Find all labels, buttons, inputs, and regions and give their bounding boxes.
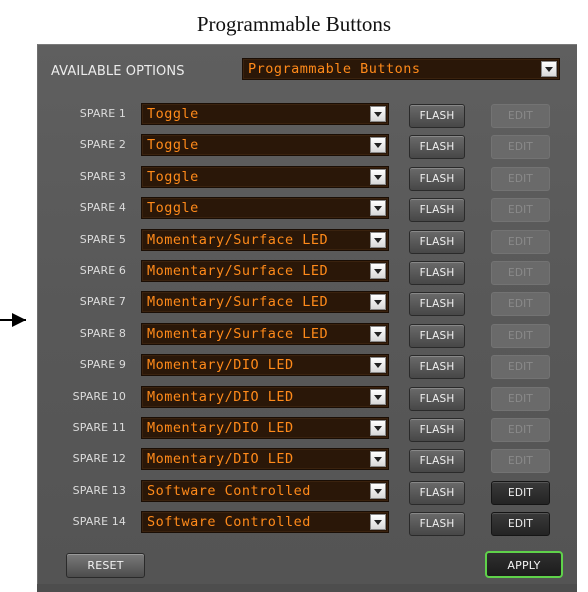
spare-mode-dropdown[interactable]: Momentary/Surface LED [141,291,389,313]
dropdown-arrow-icon[interactable] [370,263,386,279]
spare-label: SPARE 9 [79,358,126,371]
spare-label: SPARE 14 [72,515,126,528]
edit-button: EDIT [491,292,550,316]
edit-button: EDIT [491,449,550,473]
spare-label: SPARE 3 [79,170,126,183]
spare-label: SPARE 8 [79,327,126,340]
spare-mode-dropdown[interactable]: Toggle [141,166,389,188]
edit-button: EDIT [491,355,550,379]
spare-mode-dropdown[interactable]: Momentary/DIO LED [141,448,389,470]
spare-mode-value: Momentary/Surface LED [147,263,329,279]
spare-label: SPARE 2 [79,138,126,151]
dropdown-arrow-icon[interactable] [370,389,386,405]
spare-label: SPARE 12 [72,452,126,465]
spare-mode-value: Toggle [147,169,199,185]
dropdown-arrow-icon[interactable] [370,357,386,373]
edit-button: EDIT [491,418,550,442]
edit-button[interactable]: EDIT [491,481,550,505]
flash-button[interactable]: FLASH [409,135,465,159]
dropdown-arrow-icon[interactable] [370,483,386,499]
available-options-dropdown[interactable]: Programmable Buttons [242,58,560,80]
edit-button: EDIT [491,261,550,285]
edit-button[interactable]: EDIT [491,512,550,536]
flash-button[interactable]: FLASH [409,198,465,222]
spare-mode-dropdown[interactable]: Momentary/DIO LED [141,354,389,376]
flash-button[interactable]: FLASH [409,261,465,285]
dropdown-arrow-icon[interactable] [541,61,557,77]
spare-mode-dropdown[interactable]: Toggle [141,134,389,156]
dropdown-arrow-icon[interactable] [370,137,386,153]
flash-button[interactable]: FLASH [409,292,465,316]
flash-button[interactable]: FLASH [409,481,465,505]
spare-mode-dropdown[interactable]: Momentary/Surface LED [141,323,389,345]
spare-mode-value: Toggle [147,200,199,216]
spare-label: SPARE 5 [79,233,126,246]
panel-bottom-edge [37,584,577,592]
dropdown-arrow-icon[interactable] [370,169,386,185]
spare-mode-dropdown[interactable]: Momentary/Surface LED [141,260,389,282]
flash-button[interactable]: FLASH [409,355,465,379]
spare-mode-dropdown[interactable]: Software Controlled [141,511,389,533]
flash-button[interactable]: FLASH [409,230,465,254]
reset-button[interactable]: RESET [66,553,145,578]
arrow-right-icon [0,313,26,327]
spare-mode-value: Software Controlled [147,514,311,530]
programmable-buttons-panel: AVAILABLE OPTIONS Programmable Buttons S… [37,44,577,584]
spare-mode-dropdown[interactable]: Momentary/DIO LED [141,386,389,408]
edit-button: EDIT [491,135,550,159]
figure-title: Programmable Buttons [196,12,392,36]
edit-button: EDIT [491,198,550,222]
edit-button: EDIT [491,387,550,411]
flash-button[interactable]: FLASH [409,324,465,348]
dropdown-arrow-icon[interactable] [370,294,386,310]
spare-mode-dropdown[interactable]: Software Controlled [141,480,389,502]
spare-label: SPARE 4 [79,201,126,214]
spare-mode-value: Momentary/DIO LED [147,389,294,405]
apply-button[interactable]: APPLY [485,551,563,578]
spare-label: SPARE 11 [72,421,126,434]
spare-label: SPARE 10 [72,390,126,403]
spare-mode-value: Momentary/DIO LED [147,357,294,373]
edit-button: EDIT [491,230,550,254]
spare-mode-value: Toggle [147,106,199,122]
spare-mode-dropdown[interactable]: Toggle [141,103,389,125]
edit-button: EDIT [491,167,550,191]
flash-button[interactable]: FLASH [409,104,465,128]
spare-label: SPARE 6 [79,264,126,277]
dropdown-arrow-icon[interactable] [370,106,386,122]
dropdown-arrow-icon[interactable] [370,514,386,530]
spare-mode-value: Momentary/Surface LED [147,326,329,342]
flash-button[interactable]: FLASH [409,418,465,442]
dropdown-arrow-icon[interactable] [370,200,386,216]
spare-label: SPARE 1 [79,107,126,120]
edit-button: EDIT [491,104,550,128]
spare-mode-value: Momentary/Surface LED [147,294,329,310]
spare-mode-value: Momentary/Surface LED [147,232,329,248]
spare-mode-value: Software Controlled [147,483,311,499]
dropdown-arrow-icon[interactable] [370,451,386,467]
spare-mode-dropdown[interactable]: Toggle [141,197,389,219]
spare-mode-value: Momentary/DIO LED [147,420,294,436]
available-options-label: AVAILABLE OPTIONS [51,64,185,79]
dropdown-arrow-icon[interactable] [370,326,386,342]
spare-mode-dropdown[interactable]: Momentary/Surface LED [141,229,389,251]
flash-button[interactable]: FLASH [409,512,465,536]
spare-label: SPARE 13 [72,484,126,497]
flash-button[interactable]: FLASH [409,387,465,411]
dropdown-arrow-icon[interactable] [370,420,386,436]
flash-button[interactable]: FLASH [409,167,465,191]
spare-mode-value: Toggle [147,137,199,153]
spare-mode-dropdown[interactable]: Momentary/DIO LED [141,417,389,439]
dropdown-arrow-icon[interactable] [370,232,386,248]
spare-mode-value: Momentary/DIO LED [147,451,294,467]
flash-button[interactable]: FLASH [409,449,465,473]
spare-label: SPARE 7 [79,295,126,308]
edit-button: EDIT [491,324,550,348]
available-options-value: Programmable Buttons [248,61,421,77]
